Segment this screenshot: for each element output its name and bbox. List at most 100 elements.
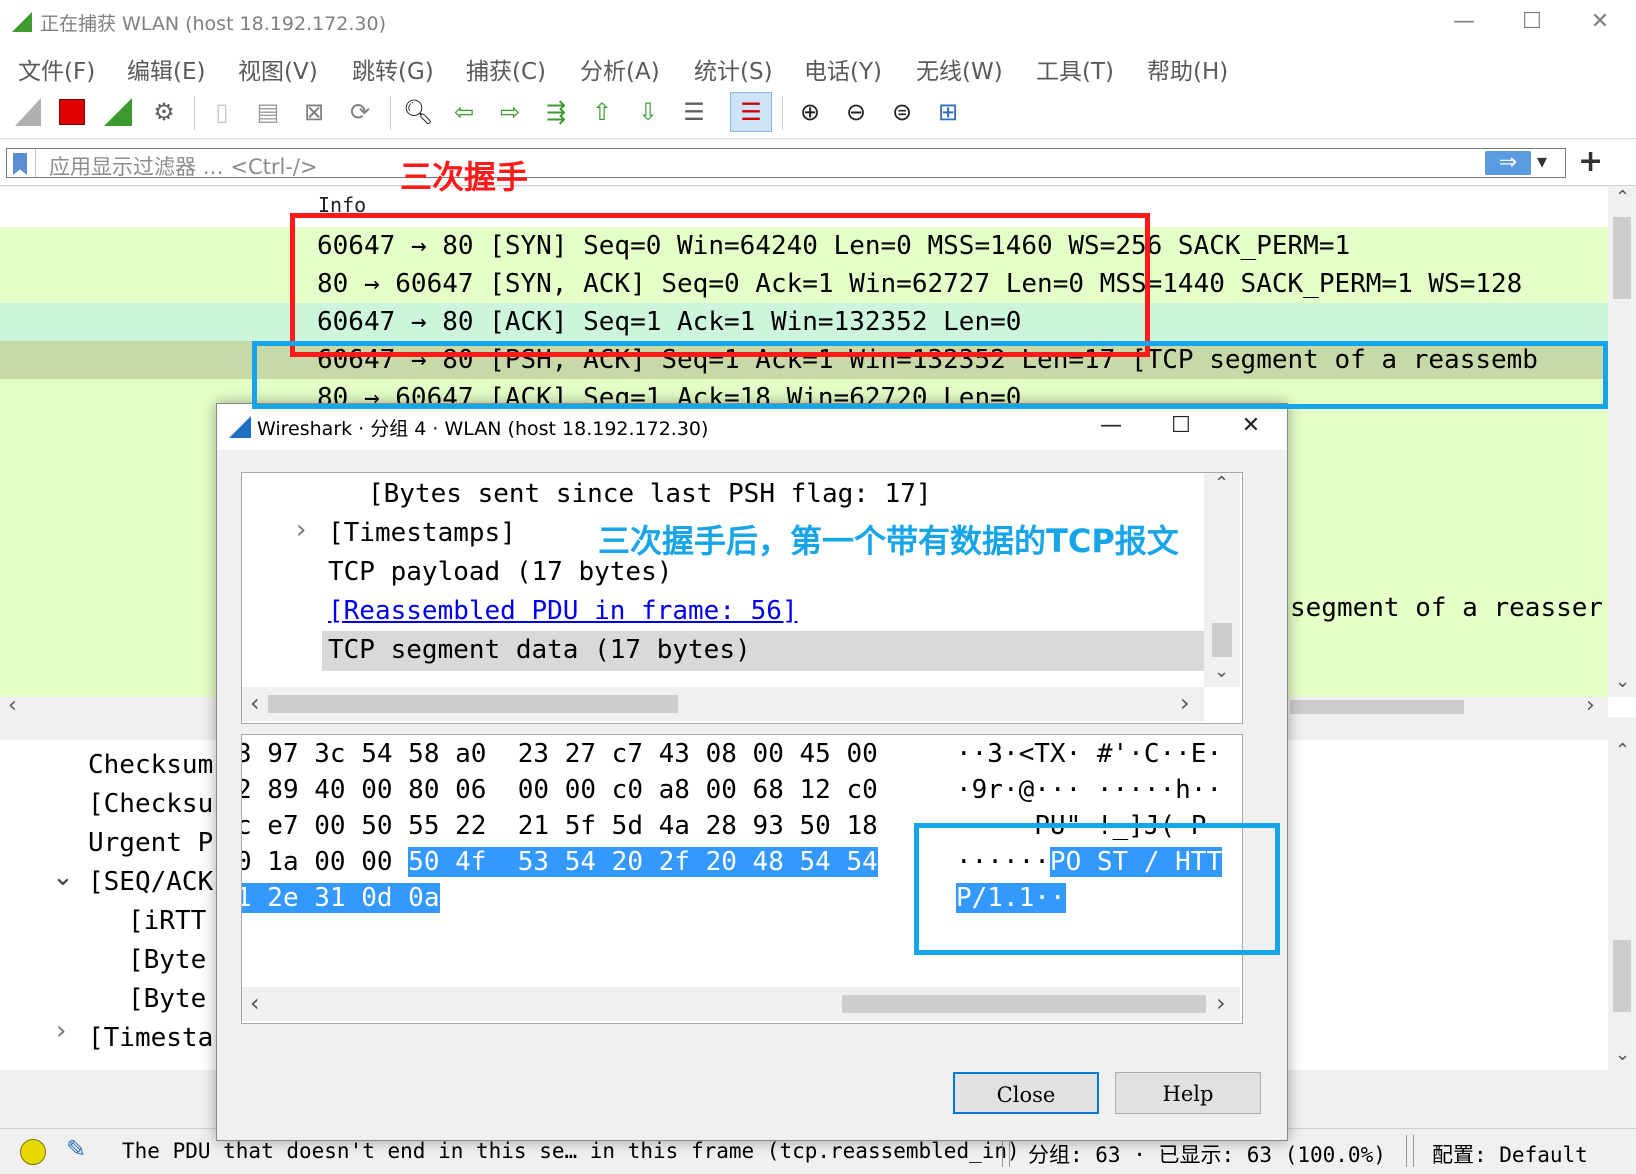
close-dialog-button[interactable]: Close (953, 1072, 1099, 1114)
tree-item-selected[interactable]: TCP segment data (17 bytes) (328, 635, 751, 665)
maximize-button[interactable]: ☐ (1500, 0, 1564, 44)
display-filter-input[interactable]: 应用显示过滤器 … <Ctrl-/> ⇒ ▾ (6, 148, 1566, 179)
scroll-up-icon[interactable]: ⌃ (1615, 187, 1630, 208)
minimize-button[interactable]: — (1432, 0, 1496, 44)
hex-row[interactable]: c e7 00 50 55 22 21 5f 5d 4a 28 93 50 18 (242, 811, 878, 841)
zoom-reset-icon[interactable]: ⊜ (886, 96, 918, 128)
go-to-packet-icon[interactable]: ⇶ (540, 96, 572, 128)
dialog-tree-vscrollbar[interactable]: ⌃ ⌄ (1204, 473, 1240, 687)
scroll-down-icon[interactable]: ⌄ (1214, 661, 1229, 682)
expert-info-icon[interactable] (20, 1139, 46, 1165)
packet-row-info[interactable]: segment of a reasser (1290, 593, 1608, 623)
collapse-chevron-icon[interactable]: › (296, 515, 306, 545)
scroll-right-icon[interactable]: › (1586, 693, 1595, 718)
zoom-in-icon[interactable]: ⊕ (794, 96, 826, 128)
capture-comment-icon[interactable]: ✎ (66, 1135, 86, 1163)
scroll-thumb[interactable] (1290, 700, 1464, 714)
hex-selection[interactable]: 50 4f 53 54 20 2f 20 48 54 54 (408, 847, 878, 877)
apply-filter-arrow-icon[interactable]: ⇒ (1485, 151, 1531, 175)
scroll-thumb[interactable] (1212, 623, 1232, 657)
menu-wireless[interactable]: 无线(W) (916, 52, 1003, 86)
start-capture-icon[interactable] (12, 96, 44, 128)
scroll-right-icon[interactable]: › (1216, 989, 1226, 1017)
hex-row[interactable]: 3 97 3c 54 58 a0 23 27 c7 43 08 00 45 00 (242, 739, 878, 769)
hex-row[interactable]: 0 1a 00 00 50 4f 53 54 20 2f 20 48 54 54 (242, 847, 878, 877)
ascii-row[interactable]: ·9r·@··· ·····h·· (956, 775, 1222, 805)
help-button[interactable]: Help (1115, 1072, 1261, 1114)
tree-item[interactable]: [Byte (128, 945, 206, 975)
first-data-annotation-label: 三次握手后，第一个带有数据的TCP报文 (598, 522, 1179, 560)
filter-history-dropdown[interactable]: ▾ (1537, 149, 1547, 173)
scroll-down-icon[interactable]: ⌄ (1615, 671, 1630, 692)
tree-item[interactable]: [Timesta (88, 1023, 213, 1053)
dialog-close-button[interactable]: ✕ (1219, 404, 1283, 448)
scroll-left-icon[interactable]: ‹ (250, 689, 260, 717)
toolbar-separator (194, 96, 195, 130)
go-first-icon[interactable]: ⇧ (586, 96, 618, 128)
menu-view[interactable]: 视图(V) (238, 52, 318, 86)
restart-capture-icon[interactable] (102, 96, 134, 128)
bookmark-icon[interactable] (13, 153, 27, 175)
close-button[interactable]: ✕ (1568, 0, 1632, 44)
tree-item[interactable]: [Byte (128, 984, 206, 1014)
scroll-thumb[interactable] (268, 695, 678, 713)
scroll-thumb[interactable] (1613, 217, 1631, 299)
reload-file-icon[interactable]: ⟳ (344, 96, 376, 128)
menu-edit[interactable]: 编辑(E) (127, 52, 205, 86)
filter-separator (35, 149, 36, 177)
dialog-tree-hscrollbar[interactable]: ‹ › (242, 687, 1204, 721)
menu-file[interactable]: 文件(F) (18, 52, 95, 86)
go-forward-icon[interactable]: ⇨ (494, 96, 526, 128)
toolbar-separator (390, 96, 391, 130)
expand-chevron-icon[interactable]: ⌄ (52, 862, 74, 892)
tree-item[interactable]: Urgent P (88, 828, 213, 858)
hex-row[interactable]: 2 89 40 00 80 06 00 00 c0 a8 00 68 12 c0 (242, 775, 878, 805)
resize-columns-icon[interactable]: ⊞ (932, 96, 964, 128)
scroll-thumb[interactable] (842, 995, 1206, 1013)
capture-options-icon[interactable]: ⚙ (148, 96, 180, 128)
find-packet-icon[interactable]: 🔍︎ (402, 96, 434, 128)
scroll-right-icon[interactable]: › (1180, 689, 1190, 717)
close-file-icon[interactable]: ⊠ (298, 96, 330, 128)
tree-item[interactable]: [Timestamps] (328, 518, 516, 548)
save-file-icon[interactable]: ▤ (252, 96, 284, 128)
autoscroll-icon[interactable]: ☰ (678, 96, 710, 128)
tree-item[interactable]: [SEQ/ACK (88, 867, 213, 897)
tree-item[interactable]: [Checksu (88, 789, 213, 819)
tree-item[interactable]: [iRTT (128, 906, 206, 936)
menu-tools[interactable]: 工具(T) (1036, 52, 1114, 86)
hex-row[interactable]: 1 2e 31 0d 0a (242, 883, 440, 913)
zoom-out-icon[interactable]: ⊖ (840, 96, 872, 128)
menu-capture[interactable]: 捕获(C) (466, 52, 546, 86)
dialog-maximize-button[interactable]: ☐ (1149, 404, 1213, 448)
dialog-hex-hscrollbar[interactable]: ‹ › (242, 987, 1240, 1021)
scroll-left-icon[interactable]: ‹ (250, 989, 260, 1017)
scroll-thumb[interactable] (1613, 940, 1631, 1012)
menu-telephony[interactable]: 电话(Y) (804, 52, 882, 86)
menu-analyze[interactable]: 分析(A) (580, 52, 660, 86)
reassembled-pdu-link[interactable]: [Reassembled PDU in frame: 56] (328, 596, 798, 626)
hex-selection[interactable]: 1 2e 31 0d 0a (242, 883, 440, 913)
dialog-minimize-button[interactable]: — (1079, 404, 1143, 448)
scroll-up-icon[interactable]: ⌃ (1214, 473, 1229, 494)
tree-item[interactable]: Checksum (88, 750, 213, 780)
menu-statistics[interactable]: 统计(S) (694, 52, 773, 86)
ascii-payload-annotation-box (914, 823, 1280, 955)
colorize-icon[interactable]: ☰ (730, 92, 772, 132)
scroll-up-icon[interactable]: ⌃ (1615, 740, 1630, 761)
ascii-row[interactable]: ··3·<TX· #'·C··E· (956, 739, 1222, 769)
menu-help[interactable]: 帮助(H) (1147, 52, 1228, 86)
scroll-down-icon[interactable]: ⌄ (1615, 1044, 1630, 1065)
details-vscrollbar[interactable]: ⌃ ⌄ (1608, 740, 1636, 1070)
stop-capture-icon[interactable] (56, 96, 88, 128)
add-filter-button[interactable]: + (1578, 144, 1603, 179)
go-back-icon[interactable]: ⇦ (448, 96, 480, 128)
scroll-left-icon[interactable]: ‹ (8, 693, 17, 718)
open-file-icon[interactable]: ▯ (206, 96, 238, 128)
packet-list-vscrollbar[interactable]: ⌃ ⌄ (1608, 187, 1636, 697)
profile-label[interactable]: 配置: Default (1432, 1139, 1588, 1169)
tree-item[interactable]: [Bytes sent since last PSH flag: 17] (368, 479, 932, 509)
collapse-chevron-icon[interactable]: › (56, 1016, 66, 1046)
menu-go[interactable]: 跳转(G) (352, 52, 434, 86)
go-last-icon[interactable]: ⇩ (632, 96, 664, 128)
